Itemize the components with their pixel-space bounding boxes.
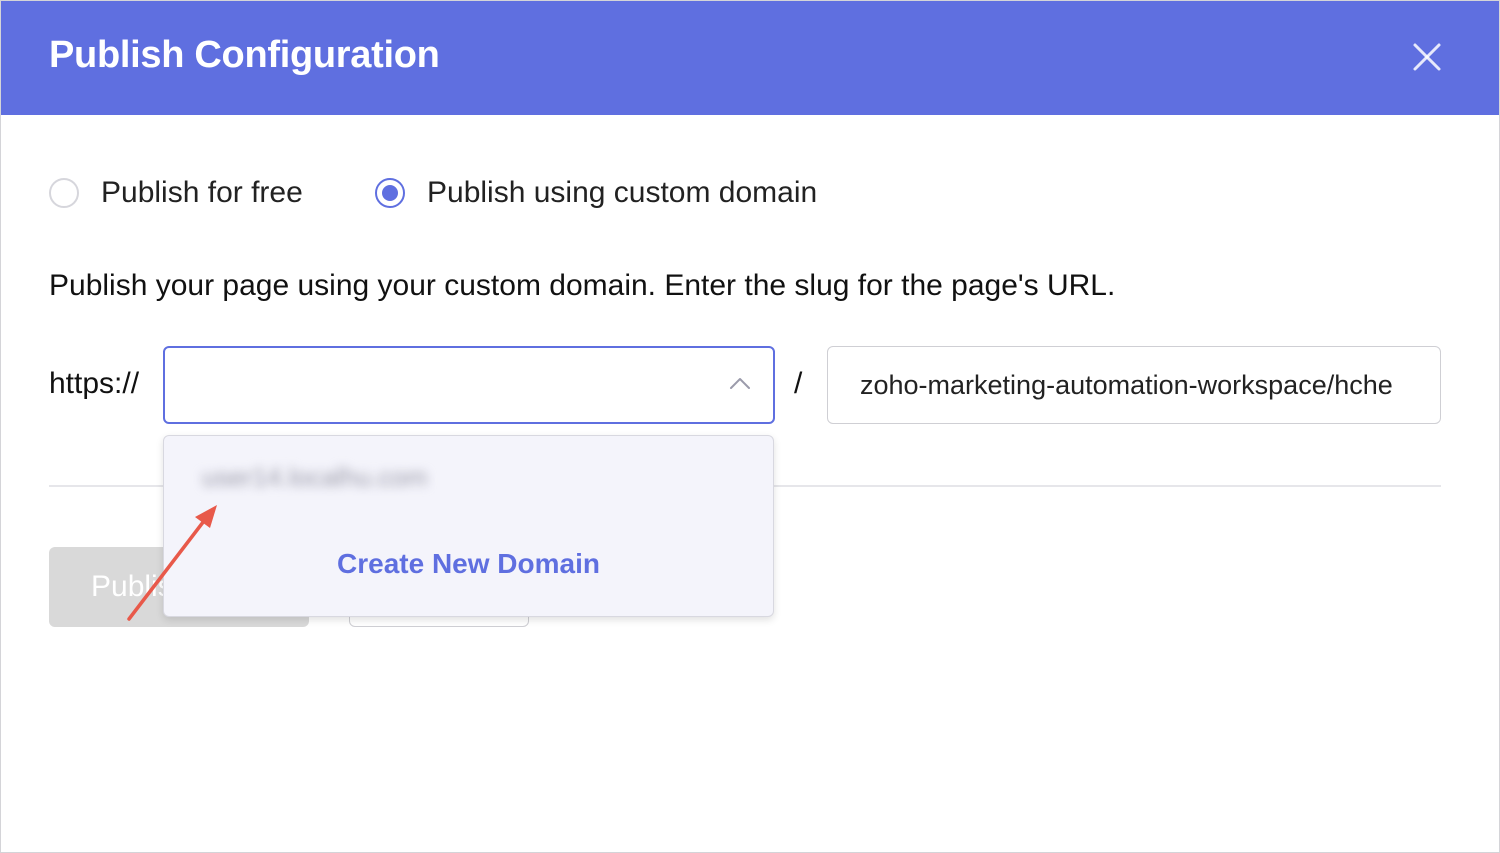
radio-free-label: Publish for free bbox=[101, 176, 303, 209]
publish-configuration-dialog: Publish Configuration Publish for free P… bbox=[0, 0, 1500, 853]
create-new-domain-link[interactable]: Create New Domain bbox=[164, 548, 773, 580]
chevron-up-icon bbox=[730, 378, 750, 389]
radio-free-circle[interactable] bbox=[49, 178, 79, 208]
slug-input[interactable] bbox=[827, 346, 1441, 424]
radio-custom-circle[interactable] bbox=[375, 178, 405, 208]
annotation-arrow-icon bbox=[127, 505, 217, 621]
dialog-header: Publish Configuration bbox=[1, 1, 1499, 115]
dialog-title: Publish Configuration bbox=[49, 34, 440, 76]
close-button[interactable] bbox=[1405, 35, 1449, 79]
domain-select[interactable] bbox=[163, 346, 775, 424]
url-separator: / bbox=[794, 367, 803, 400]
radio-custom-label: Publish using custom domain bbox=[427, 176, 818, 209]
radio-publish-for-free[interactable]: Publish for free bbox=[49, 171, 303, 215]
domain-option[interactable]: user14.localhu.com bbox=[202, 462, 427, 493]
domain-dropdown-menu: user14.localhu.com Create New Domain bbox=[163, 435, 774, 617]
description-text: Publish your page using your custom doma… bbox=[49, 269, 1116, 302]
radio-publish-custom-domain[interactable]: Publish using custom domain bbox=[375, 171, 817, 215]
protocol-label: https:// bbox=[49, 367, 140, 400]
close-icon bbox=[1413, 43, 1441, 71]
